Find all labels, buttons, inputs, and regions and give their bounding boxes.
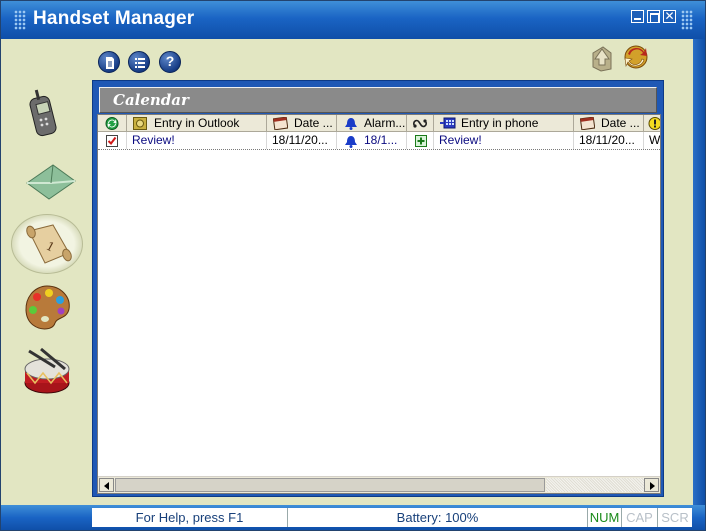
- panel-title: Calendar: [113, 91, 189, 109]
- calendar-grid[interactable]: Entry in Outlook Date ... Alarm... Entry…: [97, 114, 661, 494]
- document-icon: [106, 57, 114, 69]
- maximize-button[interactable]: [647, 10, 660, 23]
- bell-icon: [345, 118, 357, 130]
- col-alarm[interactable]: Alarm...: [337, 115, 407, 132]
- message-icon[interactable]: [23, 161, 77, 201]
- alarm-cell[interactable]: 18/1...: [337, 132, 407, 149]
- drum-icon[interactable]: [21, 347, 75, 397]
- window-title: Handset Manager: [33, 8, 195, 29]
- checkbox-checked-icon[interactable]: [106, 135, 118, 147]
- outlook-entry-icon: [133, 117, 147, 130]
- phone-entry-cell[interactable]: Review!: [434, 132, 574, 149]
- phone-entry-icon: [440, 117, 456, 129]
- col-date-outlook[interactable]: Date ...: [267, 115, 337, 132]
- status-scroll-lock: SCR: [661, 510, 689, 525]
- new-document-button[interactable]: [98, 51, 120, 73]
- table-row[interactable]: Review! 18/11/20... 18/1... Review! 18/1…: [98, 132, 660, 150]
- link-status-cell[interactable]: [407, 132, 434, 149]
- col-warning[interactable]: [644, 115, 660, 132]
- bell-icon: [345, 136, 357, 148]
- row-checkbox-cell[interactable]: [98, 132, 127, 149]
- palette-icon[interactable]: [21, 283, 73, 333]
- outlook-entry-cell[interactable]: Review!: [127, 132, 267, 149]
- title-bar[interactable]: Handset Manager ✕: [1, 1, 705, 39]
- link-icon: [413, 119, 427, 128]
- minimize-button[interactable]: [631, 10, 644, 23]
- warning-cell[interactable]: W: [644, 132, 660, 149]
- help-button[interactable]: ?: [159, 51, 181, 73]
- phone-date-cell[interactable]: 18/11/20...: [574, 132, 644, 149]
- handset-manager-window: Handset Manager ✕ ? 1 Calendar Entry in …: [0, 0, 706, 531]
- title-grip-left: [14, 10, 26, 30]
- scroll-left-button[interactable]: [99, 478, 114, 492]
- col-date-phone[interactable]: Date ...: [574, 115, 644, 132]
- status-help-text: For Help, press F1: [92, 508, 288, 527]
- status-panes: For Help, press F1 Battery: 100% NUM CAP…: [92, 508, 692, 527]
- date-icon: [273, 117, 288, 130]
- upload-icon[interactable]: [589, 43, 615, 73]
- scroll-right-button[interactable]: [644, 478, 659, 492]
- sync-status-icon: [105, 117, 119, 130]
- list-icon: [135, 58, 145, 68]
- window-frame-right: [693, 39, 705, 505]
- phone-icon[interactable]: [27, 89, 63, 139]
- scroll-thumb[interactable]: [115, 478, 545, 492]
- scroll-calendar-icon[interactable]: 1: [23, 223, 73, 267]
- col-link[interactable]: [407, 115, 434, 132]
- status-bar: For Help, press F1 Battery: 100% NUM CAP…: [1, 505, 705, 530]
- calendar-panel: Calendar Entry in Outlook Date ... Alarm…: [92, 80, 664, 497]
- add-link-icon: [415, 135, 427, 147]
- help-icon: ?: [165, 53, 175, 69]
- panel-header: Calendar: [99, 87, 657, 113]
- outlook-date-cell[interactable]: 18/11/20...: [267, 132, 337, 149]
- col-entry-phone[interactable]: Entry in phone: [434, 115, 574, 132]
- status-battery: Battery: 100%: [288, 508, 588, 527]
- warning-icon: [648, 117, 660, 130]
- title-grip-right: [681, 10, 693, 30]
- date-icon: [580, 117, 595, 130]
- close-button[interactable]: ✕: [663, 10, 676, 23]
- status-caps-lock: CAP: [622, 508, 658, 527]
- status-num-lock: NUM: [588, 508, 622, 527]
- sync-icon[interactable]: [622, 42, 650, 72]
- scroll-track[interactable]: [546, 478, 644, 492]
- grid-header: Entry in Outlook Date ... Alarm... Entry…: [98, 115, 660, 132]
- horizontal-scrollbar[interactable]: [98, 476, 660, 493]
- list-view-button[interactable]: [128, 51, 150, 73]
- col-sync-status[interactable]: [98, 115, 127, 132]
- col-entry-outlook[interactable]: Entry in Outlook: [127, 115, 267, 132]
